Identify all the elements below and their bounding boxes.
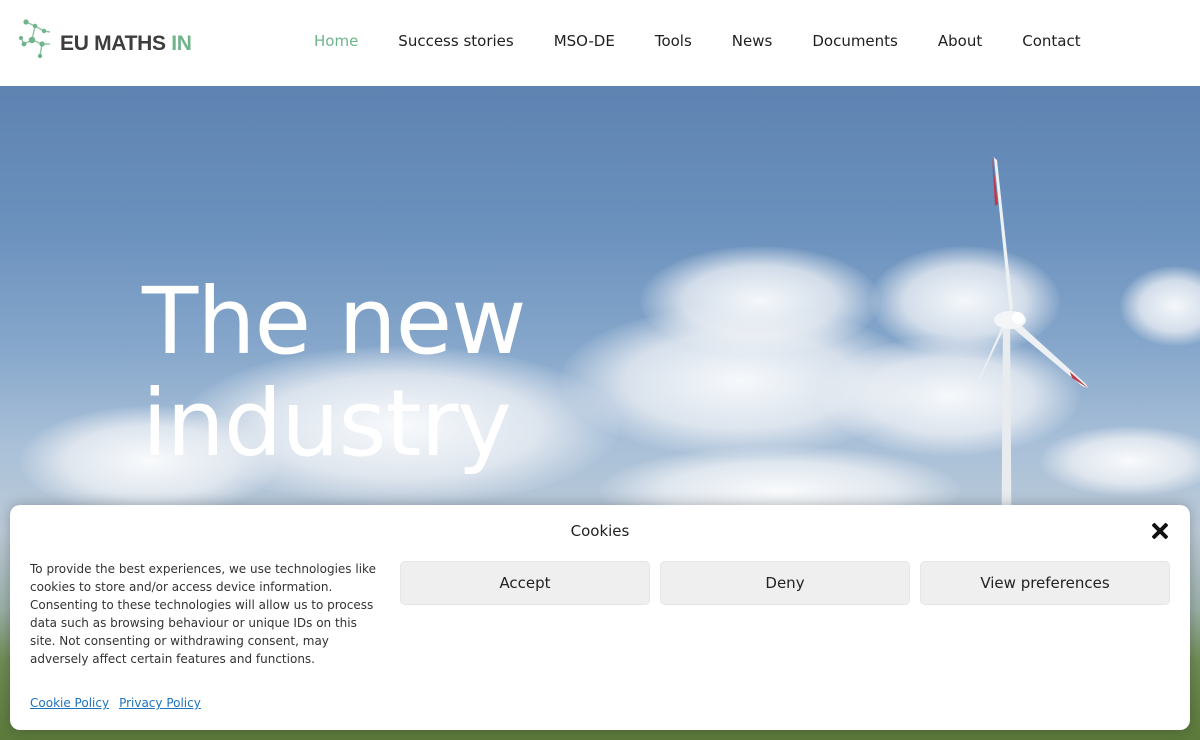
site-header: EU MATHS IN Home Success stories MSO-DE … [0, 0, 1200, 86]
logo-text-accent: IN [171, 32, 192, 55]
main-nav: Home Success stories MSO-DE Tools News D… [294, 30, 1101, 52]
site-logo[interactable]: EU MATHS IN [18, 18, 198, 62]
privacy-policy-link[interactable]: Privacy Policy [119, 696, 201, 710]
network-logo-icon [19, 19, 51, 59]
nav-mso-de[interactable]: MSO-DE [534, 30, 635, 52]
close-icon[interactable] [1150, 521, 1170, 541]
deny-button[interactable]: Deny [660, 561, 910, 605]
cookie-consent-banner: Cookies To provide the best experiences,… [10, 505, 1190, 730]
nav-tools[interactable]: Tools [635, 30, 712, 52]
view-preferences-button[interactable]: View preferences [920, 561, 1170, 605]
cookie-banner-title: Cookies [570, 522, 630, 540]
cookie-policy-link[interactable]: Cookie Policy [30, 696, 109, 710]
accept-button[interactable]: Accept [400, 561, 650, 605]
hero-headline-line: The new [142, 268, 527, 375]
logo-wordmark: EU MATHS IN [60, 32, 192, 56]
nav-home[interactable]: Home [294, 30, 378, 52]
logo-text-main: EU MATHS [60, 32, 172, 55]
nav-contact[interactable]: Contact [1002, 30, 1100, 52]
cloud [1120, 266, 1200, 346]
cookie-policy-links: Cookie Policy Privacy Policy [30, 696, 201, 710]
nav-about[interactable]: About [918, 30, 1002, 52]
hero-headline-line: industry [142, 370, 512, 477]
nav-success-stories[interactable]: Success stories [378, 30, 533, 52]
nav-documents[interactable]: Documents [792, 30, 918, 52]
cookie-banner-text: To provide the best experiences, we use … [30, 562, 376, 666]
nav-news[interactable]: News [712, 30, 793, 52]
